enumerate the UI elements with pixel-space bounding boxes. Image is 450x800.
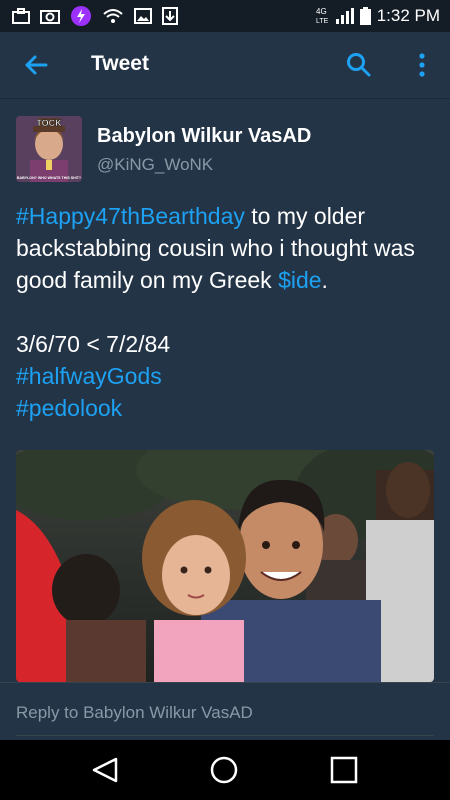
signal-icon <box>335 8 354 24</box>
status-icons-right: 4G LTE 1:32 PM <box>316 0 440 32</box>
nav-recents-icon[interactable] <box>329 755 359 785</box>
avatar-caption-top: TOCK <box>36 118 62 128</box>
photo-image <box>16 450 434 682</box>
tweet-dates: 3/6/70 < 7/2/84 <box>16 331 171 357</box>
hashtag-link[interactable]: #pedolook <box>16 395 122 421</box>
tweet-text-segment: . <box>321 267 328 293</box>
briefcase-icon <box>12 8 30 24</box>
battery-icon <box>359 7 371 25</box>
lte-icon: 4G LTE <box>316 7 329 25</box>
header-divider <box>0 98 450 99</box>
tweet-photo[interactable] <box>16 450 434 682</box>
more-vertical-icon[interactable] <box>414 52 430 78</box>
avatar-caption-bottom: BABYLON? WHO WHATS THIS SHIT? <box>17 176 81 180</box>
svg-text:4G: 4G <box>316 7 327 16</box>
nav-back-icon[interactable] <box>90 755 120 785</box>
app-bar: Tweet <box>0 32 450 98</box>
cashtag-link[interactable]: $ide <box>278 267 321 293</box>
tweet-text: #Happy47thBearthday to my older backstab… <box>16 200 436 424</box>
hashtag-link[interactable]: #halfwayGods <box>16 363 162 389</box>
status-time: 1:32 PM <box>376 6 440 25</box>
status-icons-left <box>12 6 178 26</box>
download-icon <box>162 7 178 25</box>
nav-home-icon[interactable] <box>209 755 239 785</box>
svg-text:LTE: LTE <box>316 18 329 25</box>
page-title: Tweet <box>91 52 149 75</box>
camera-icon <box>40 10 60 24</box>
author-name[interactable]: Babylon Wilkur VasAD <box>97 125 311 148</box>
reply-bar: Reply to Babylon Wilkur VasAD <box>0 682 450 740</box>
tweet-paragraph-1: #Happy47thBearthday to my older backstab… <box>16 200 436 296</box>
avatar[interactable]: TOCK BABYLON? WHO WHATS THIS SHIT? <box>16 116 82 182</box>
search-icon[interactable] <box>346 52 372 78</box>
messenger-icon <box>71 6 91 26</box>
reply-underline <box>16 735 434 736</box>
author-handle[interactable]: @KiNG_WoNK <box>97 155 213 175</box>
reply-input[interactable]: Reply to Babylon Wilkur VasAD <box>16 703 253 723</box>
avatar-image: TOCK BABYLON? WHO WHATS THIS SHIT? <box>16 116 82 182</box>
status-bar: 4G LTE 1:32 PM <box>0 0 450 32</box>
arrow-back-icon[interactable] <box>22 51 50 79</box>
wifi-icon <box>103 9 123 23</box>
hashtag-link[interactable]: #Happy47thBearthday <box>16 203 245 229</box>
image-icon <box>134 8 152 24</box>
navigation-bar <box>0 740 450 800</box>
